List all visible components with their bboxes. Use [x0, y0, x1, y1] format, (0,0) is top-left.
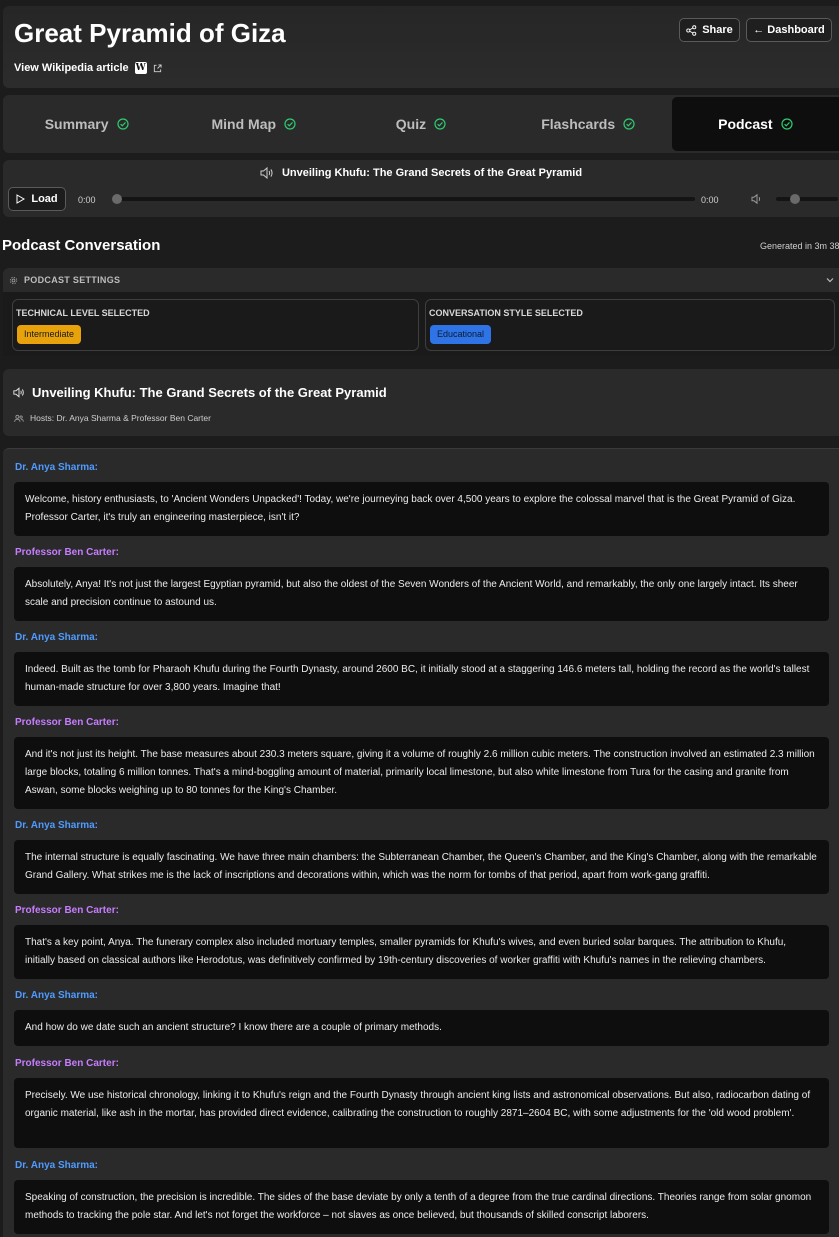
episode-title: Unveiling Khufu: The Grand Secrets of th…: [13, 385, 387, 400]
speaker-label: Dr. Anya Sharma:: [15, 1160, 98, 1171]
progress-thumb[interactable]: [112, 194, 122, 204]
message-bubble: Speaking of construction, the precision …: [14, 1180, 829, 1234]
tab-summary[interactable]: Summary: [3, 95, 170, 153]
speaker-icon: [13, 387, 24, 398]
dashboard-button[interactable]: ← Dashboard: [746, 18, 832, 42]
check-circle-icon: [434, 118, 446, 130]
check-circle-icon: [116, 118, 129, 130]
message-bubble: And it's not just its height. The base m…: [14, 737, 829, 809]
technical-level-badge: Intermediate: [17, 325, 82, 344]
settings-toggle[interactable]: PODCAST SETTINGS: [9, 275, 120, 285]
message-bubble: The internal structure is equally fascin…: [14, 840, 829, 894]
message-bubble: Welcome, history enthusiasts, to 'Ancien…: [14, 482, 829, 536]
external-link-icon: [153, 63, 162, 72]
tab-podcast-label: Podcast: [718, 116, 773, 132]
technical-level-label: TECHNICAL LEVEL SELECTED: [16, 308, 150, 318]
technical-level-box: TECHNICAL LEVEL SELECTED Intermediate: [12, 299, 419, 351]
podcast-heading: Podcast Conversation: [2, 237, 161, 254]
conversation-style-badge: Educational: [430, 325, 492, 344]
chevron-down-icon[interactable]: [825, 275, 835, 285]
message-bubble: Indeed. Built as the tomb for Pharaoh Kh…: [14, 652, 829, 706]
wikipedia-link-label: View Wikipedia article: [14, 62, 129, 74]
conversation-style-label: CONVERSATION STYLE SELECTED: [429, 308, 583, 318]
episode-card: Unveiling Khufu: The Grand Secrets of th…: [3, 369, 839, 436]
tab-summary-label: Summary: [44, 116, 109, 132]
speaker-icon: [260, 167, 273, 179]
tab-mind-map-label: Mind Map: [211, 116, 277, 132]
page-title: Great Pyramid of Giza: [14, 18, 286, 48]
audio-player: Unveiling Khufu: The Grand Secrets of th…: [3, 160, 839, 217]
users-icon: [14, 414, 24, 422]
tab-podcast[interactable]: Podcast: [671, 97, 839, 151]
player-title: Unveiling Khufu: The Grand Secrets of th…: [3, 167, 839, 179]
share-label: Share: [702, 24, 733, 36]
speaker-label: Professor Ben Carter:: [15, 717, 119, 728]
episode-title-text: Unveiling Khufu: The Grand Secrets of th…: [32, 385, 387, 400]
load-button[interactable]: Load: [8, 187, 66, 211]
speaker-label: Professor Ben Carter:: [15, 905, 119, 916]
check-circle-icon: [284, 118, 296, 130]
check-circle-icon: [780, 118, 793, 130]
conversation-style-box: CONVERSATION STYLE SELECTED Educational: [425, 299, 835, 351]
volume-icon[interactable]: [751, 193, 763, 205]
hosts-text: Hosts: Dr. Anya Sharma & Professor Ben C…: [30, 413, 211, 423]
check-circle-icon: [623, 118, 635, 130]
speaker-label: Dr. Anya Sharma:: [15, 820, 98, 831]
speaker-label: Professor Ben Carter:: [15, 547, 119, 558]
speaker-label: Dr. Anya Sharma:: [15, 632, 98, 643]
tab-quiz-label: Quiz: [395, 116, 427, 132]
duration: 0:00: [701, 195, 719, 205]
generated-time: Generated in 3m 38: [760, 241, 839, 251]
speaker-label: Dr. Anya Sharma:: [15, 462, 98, 473]
settings-header-label: PODCAST SETTINGS: [24, 275, 121, 285]
tab-bar: Summary Mind Map Quiz Flashcards Podcast: [3, 95, 839, 153]
play-icon: [16, 194, 26, 204]
load-label: Load: [31, 193, 58, 205]
page-header: Great Pyramid of Giza View Wikipedia art…: [3, 6, 839, 88]
message-bubble: And how do we date such an ancient struc…: [14, 1010, 829, 1046]
volume-thumb[interactable]: [789, 194, 800, 204]
message-bubble: Precisely. We use historical chronology,…: [14, 1078, 829, 1148]
progress-slider[interactable]: [112, 194, 695, 204]
podcast-settings: PODCAST SETTINGS TECHNICAL LEVEL SELECTE…: [3, 268, 839, 356]
share-icon: [686, 24, 697, 36]
tab-flashcards[interactable]: Flashcards: [505, 95, 672, 153]
message-bubble: That's a key point, Anya. The funerary c…: [14, 925, 829, 979]
tab-mind-map[interactable]: Mind Map: [170, 95, 337, 153]
wikipedia-link[interactable]: View Wikipedia article W: [14, 62, 162, 74]
current-time: 0:00: [78, 195, 96, 205]
conversation-transcript: Dr. Anya Sharma: Welcome, history enthus…: [3, 448, 839, 1237]
volume-slider[interactable]: [776, 194, 838, 204]
dashboard-label: ← Dashboard: [753, 24, 825, 36]
message-bubble: Absolutely, Anya! It's not just the larg…: [14, 567, 829, 621]
share-button[interactable]: Share: [679, 18, 740, 42]
tab-flashcards-label: Flashcards: [541, 116, 616, 132]
wikipedia-icon: W: [134, 62, 147, 74]
gear-icon: [9, 276, 18, 284]
settings-body: TECHNICAL LEVEL SELECTED Intermediate CO…: [3, 292, 839, 356]
speaker-label: Dr. Anya Sharma:: [15, 990, 98, 1001]
tab-quiz[interactable]: Quiz: [337, 95, 504, 153]
player-title-text: Unveiling Khufu: The Grand Secrets of th…: [281, 167, 583, 179]
speaker-label: Professor Ben Carter:: [15, 1058, 119, 1069]
hosts-line: Hosts: Dr. Anya Sharma & Professor Ben C…: [14, 413, 211, 423]
